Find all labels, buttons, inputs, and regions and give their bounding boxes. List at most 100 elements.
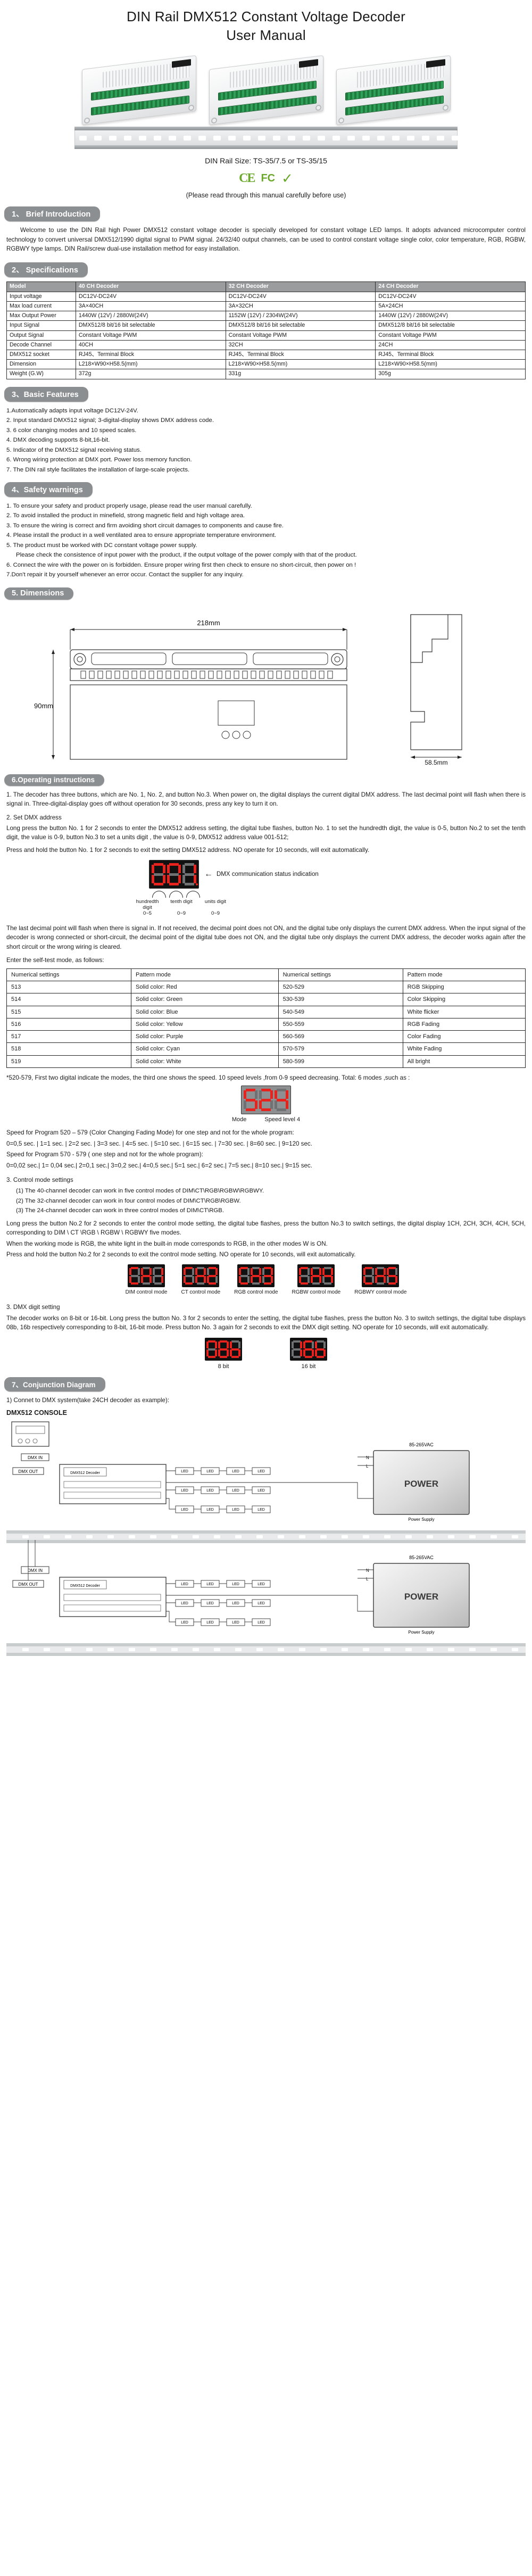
segment-a [305, 1340, 312, 1343]
certification-marks: CE FC ✓ [0, 170, 532, 186]
list-item: (3) The 24-channel decoder can work in t… [16, 1207, 225, 1214]
control-mode-paragraph-3: Press and hold the button No.2 for 2 sec… [6, 1250, 356, 1258]
rail-slot [228, 135, 236, 140]
table-row: 515 Solid color: Blue 540-549 White flicker [6, 1005, 526, 1018]
button-digit-range: 0~9 [177, 910, 186, 917]
segment-b [149, 1268, 152, 1275]
segment-b [138, 1268, 140, 1275]
svg-text:LED: LED [257, 1508, 265, 1512]
button-no-2[interactable] [169, 891, 183, 898]
segment-g [220, 1348, 227, 1351]
rail-slot [243, 135, 251, 140]
segment-a [154, 863, 163, 866]
section-header-conjunction-diagram: 7、Conjunction Diagram [4, 1377, 105, 1391]
segment-a [324, 1267, 332, 1270]
seven-segment-digit [299, 1267, 310, 1285]
seven-segment-display-bit [205, 1337, 242, 1361]
mode-column-header: Pattern mode [402, 968, 526, 981]
segment-f [230, 1341, 232, 1348]
segment-g [154, 1275, 162, 1278]
rail-slot [377, 135, 385, 140]
segment-e [167, 875, 170, 884]
example-mode-label: Mode [231, 1116, 247, 1123]
segment-b [163, 865, 165, 874]
svg-text:DMX IN: DMX IN [28, 1455, 43, 1460]
seven-segment-digit [207, 1267, 218, 1285]
dmx-status-annotation: ← DMX communication status indication [204, 870, 319, 879]
list-item: 1.Automatically adapts input voltage DC1… [6, 407, 138, 414]
segment-a [208, 1340, 215, 1343]
segment-f [239, 1268, 242, 1275]
button-digit-range: 0~5 [143, 910, 152, 917]
segment-f [363, 1268, 366, 1275]
svg-text:LED: LED [257, 1583, 265, 1586]
segment-g [240, 1275, 248, 1278]
example-display-legend: Mode Speed level 4 [232, 1116, 300, 1123]
segment-b [372, 1268, 375, 1275]
segment-b [271, 1268, 273, 1275]
button-no-3[interactable] [186, 891, 200, 898]
segment-f [251, 1268, 253, 1275]
exit-dmx-address-body: Press and hold the button No. 1 for 2 se… [6, 846, 370, 854]
control-mode-paragraph-2: When the working mode is RGB, the white … [6, 1240, 328, 1247]
table-cell: Color Skipping [402, 993, 526, 1006]
svg-text:LED: LED [181, 1621, 188, 1625]
segment-d [208, 1355, 215, 1358]
self-test-intro: Enter the self-test mode, as follows: [6, 957, 104, 964]
table-cell: Solid color: Purple [131, 1030, 279, 1043]
segment-d [261, 1108, 271, 1112]
segment-d [220, 1355, 227, 1358]
seven-segment-digit [239, 1267, 250, 1285]
segment-f [206, 1341, 209, 1348]
segment-f [184, 1268, 186, 1275]
seven-segment-digit [153, 1267, 164, 1285]
seven-segment-digit [292, 1340, 302, 1358]
segment-f [207, 1268, 210, 1275]
table-cell: 513 [6, 980, 131, 994]
product-photo-24ch [336, 55, 451, 126]
segment-d [312, 1282, 320, 1285]
decimal-point [196, 883, 198, 886]
svg-text:LED: LED [257, 1470, 265, 1473]
table-cell: 3A×32CH [225, 301, 376, 312]
seven-segment-digit [167, 863, 181, 886]
segment-c [286, 1100, 288, 1109]
segment-a [143, 1267, 151, 1270]
segment-b [192, 1268, 195, 1275]
list-item: (1) The 40-channel decoder can work in f… [16, 1188, 264, 1195]
button-digit-label: tenth digit [170, 899, 193, 905]
table-row: Input voltage DC12V-DC24V DC12V-DC24V DC12V… [6, 291, 526, 302]
segment-g [388, 1275, 396, 1278]
table-cell: 540-549 [278, 1005, 403, 1018]
segment-a [131, 1267, 139, 1270]
segment-d [377, 1282, 385, 1285]
svg-text:LED: LED [206, 1508, 214, 1512]
button-no-1[interactable] [152, 891, 166, 898]
table-cell: Solid color: Cyan [131, 1042, 279, 1056]
table-row: Dimension L218×W90×H58.5(mm) L218×W90×H58.… [6, 359, 526, 370]
seven-segment-digit [195, 1267, 206, 1285]
table-row: Output Signal Constant Voltage PWM Constan… [6, 330, 526, 341]
list-item: 7. The DIN rail style facilitates the in… [6, 466, 190, 473]
section-header-specifications: 2、 Specifications [4, 262, 88, 278]
table-header-row: Model 40 CH Decoder 32 CH Decoder 24 CH Dec… [6, 281, 526, 292]
list-item: 6. Connect the wire with the power on is… [6, 561, 356, 568]
segment-b [319, 1268, 322, 1275]
table-row: Max load current 3A×40CH 3A×32CH 5A×24CH [6, 301, 526, 312]
table-cell: 32CH [225, 339, 376, 351]
segment-g [261, 1099, 271, 1102]
svg-text:LED: LED [232, 1470, 239, 1473]
segment-d [246, 1108, 255, 1112]
table-row: Max Output Power 1440W (12V) / 2880W(24V)… [6, 311, 526, 321]
segment-b [259, 1268, 262, 1275]
speed-program-1-heading: Speed for Program 520 – 579 (Color Chang… [6, 1129, 294, 1137]
table-cell: 560-569 [278, 1030, 403, 1043]
segment-d [252, 1282, 260, 1285]
segment-d [317, 1355, 324, 1358]
segment-d [231, 1355, 239, 1358]
segment-d [185, 883, 194, 886]
bit-mode-caption: 16 bit [301, 1363, 316, 1370]
segment-b [178, 865, 181, 874]
conjunction-intro: 1) Connet to DMX system(take 24CH decode… [6, 1396, 170, 1404]
list-item: (2) The 32-channel decoder can work in f… [16, 1197, 241, 1204]
